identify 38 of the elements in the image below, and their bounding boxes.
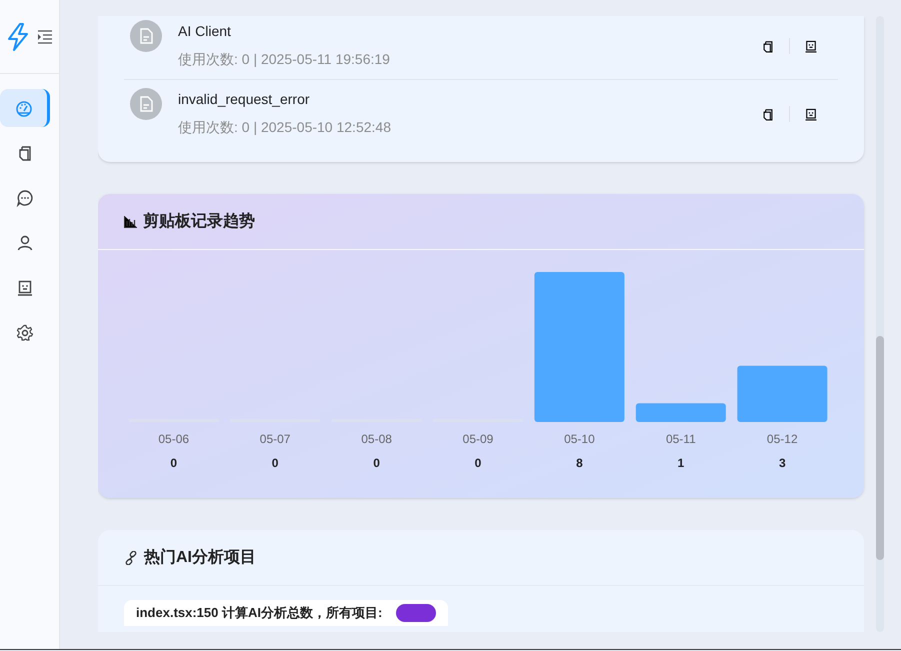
copy-icon[interactable]: [761, 38, 775, 54]
card-title: 热门AI分析项目: [144, 547, 256, 568]
value-label: 1: [678, 456, 684, 470]
value-label: 8: [576, 456, 583, 470]
value-label: 0: [272, 456, 278, 470]
item-meta: 使用次数: 0 | 2025-05-11 19:56:19: [178, 50, 391, 69]
axis-label: 05-11: [666, 432, 696, 446]
user-icon: [16, 234, 34, 252]
value-label: 0: [474, 456, 482, 470]
menu-toggle-icon[interactable]: [36, 30, 52, 44]
value-label: 0: [373, 456, 380, 470]
item-title: AI Client: [178, 22, 232, 41]
bar-chart-icon: [124, 216, 137, 228]
item-title: invalid_request_error: [178, 90, 311, 109]
lightning-logo-icon: [6, 22, 28, 50]
document-avatar-icon: [130, 20, 162, 52]
document-avatar-icon: [130, 88, 162, 120]
axis-label: 05-07: [260, 432, 290, 446]
chat-icon: [16, 189, 34, 207]
copy-icon[interactable]: [761, 106, 775, 122]
axis-label: 05-08: [361, 432, 392, 446]
dashboard-icon: [14, 99, 32, 117]
axis-label: 05-12: [766, 432, 798, 446]
axis-label: 05-09: [462, 432, 494, 446]
robot-icon[interactable]: [804, 106, 818, 122]
settings-icon: [16, 324, 34, 342]
value-label: 3: [778, 456, 786, 470]
axis-label: 05-10: [564, 432, 595, 446]
scrollbar[interactable]: [876, 16, 884, 632]
count-badge: [396, 604, 436, 622]
axis-label: 05-06: [158, 432, 190, 446]
project-title: index.tsx:150 计算AI分析总数，所有项目:: [136, 604, 382, 622]
value-label: 0: [170, 456, 178, 470]
robot-icon: [16, 279, 34, 297]
link-icon: [124, 550, 138, 564]
item-meta: 使用次数: 0 | 2025-05-10 12:52:48: [178, 118, 392, 137]
card-title: 剪贴板记录趋势: [143, 211, 255, 232]
robot-icon[interactable]: [804, 38, 818, 54]
